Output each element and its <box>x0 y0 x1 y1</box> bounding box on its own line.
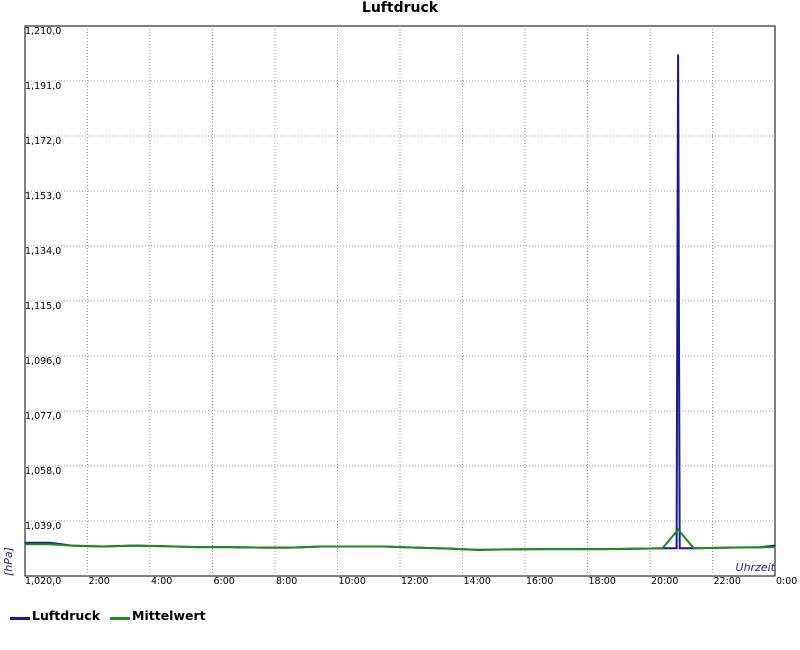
data-point-mittelwert <box>758 546 761 549</box>
data-point-luftdruck <box>678 547 681 550</box>
y-tick-label: 1,210,0 <box>25 26 61 37</box>
data-point-mittelwert <box>71 544 73 547</box>
x-tick-label: 6:00 <box>214 576 235 587</box>
x-tick-label: 18:00 <box>589 576 616 587</box>
data-point-mittelwert <box>539 548 542 550</box>
data-point-mittelwert <box>383 545 386 548</box>
data-point-mittelwert <box>727 546 729 549</box>
legend-item-luftdruck: Luftdruck <box>10 608 100 623</box>
data-point-mittelwert <box>414 546 417 549</box>
data-point-mittelwert <box>289 546 292 549</box>
data-point-mittelwert <box>692 547 695 550</box>
data-point-mittelwert <box>258 546 261 549</box>
data-point-mittelwert <box>477 549 479 551</box>
x-tick-label: 16:00 <box>526 576 553 587</box>
x-tick-label: 20:00 <box>651 576 678 587</box>
x-tick-label: 12:00 <box>401 576 428 587</box>
data-point-luftdruck <box>677 54 679 56</box>
y-tick-label: 1,096,0 <box>25 356 61 367</box>
x-tick-label: 22:00 <box>714 576 741 587</box>
legend-label-luftdruck: Luftdruck <box>32 608 101 623</box>
x-tick-label: 0:00 <box>776 576 797 587</box>
legend: Luftdruck Mittelwert <box>10 608 206 623</box>
data-point-mittelwert <box>196 546 198 548</box>
data-point-mittelwert <box>102 545 104 548</box>
data-point-luftdruck <box>675 547 678 550</box>
legend-swatch-mittelwert <box>110 617 131 620</box>
y-tick-label: 1,058,0 <box>25 466 61 477</box>
y-tick-label: 1,191,0 <box>25 81 61 92</box>
x-tick-label: 2:00 <box>89 576 110 587</box>
data-point-mittelwert <box>446 547 448 550</box>
data-point-mittelwert <box>677 528 679 531</box>
y-tick-label: 1,077,0 <box>25 411 61 422</box>
x-tick-label: 10:00 <box>339 576 366 587</box>
y-tick-label: 1,115,0 <box>25 301 61 312</box>
y-axis-label: [hPa] <box>2 547 15 576</box>
x-tick-label: 8:00 <box>276 576 297 587</box>
data-point-mittelwert <box>661 547 664 550</box>
data-point-mittelwert <box>227 546 229 548</box>
legend-item-mittelwert: Mittelwert <box>110 608 206 623</box>
legend-label-mittelwert: Mittelwert <box>132 608 206 623</box>
x-axis-label: Uhrzeit <box>736 561 776 574</box>
data-point-mittelwert <box>571 548 573 550</box>
data-point-mittelwert <box>24 543 26 545</box>
chart-plot: 1,020,0 1,039,0 1,058,0 1,077,0 1,096,0 1,115… <box>2 25 798 587</box>
data-point-mittelwert <box>49 543 51 545</box>
data-point-mittelwert <box>133 544 136 547</box>
x-tick-label: 14:00 <box>464 576 491 587</box>
legend-swatch-luftdruck <box>10 617 30 620</box>
x-axis-ticks: 2:00 4:00 6:00 8:00 10:00 12:00 14:00 16:00 18:0… <box>89 576 798 587</box>
data-point-mittelwert <box>774 546 776 548</box>
y-tick-label: 1,039,0 <box>25 521 61 532</box>
y-tick-label: 1,020,0 <box>25 576 61 587</box>
data-point-mittelwert <box>602 548 604 550</box>
y-tick-label: 1,172,0 <box>25 136 61 147</box>
data-point-mittelwert <box>321 545 323 548</box>
data-point-luftdruck <box>664 547 667 550</box>
y-tick-label: 1,134,0 <box>25 246 61 257</box>
y-tick-label: 1,153,0 <box>25 191 61 202</box>
x-tick-label: 4:00 <box>151 576 172 587</box>
data-point-mittelwert <box>352 545 354 548</box>
data-point-mittelwert <box>508 548 511 551</box>
data-point-mittelwert <box>633 547 636 550</box>
data-point-mittelwert <box>164 545 167 547</box>
